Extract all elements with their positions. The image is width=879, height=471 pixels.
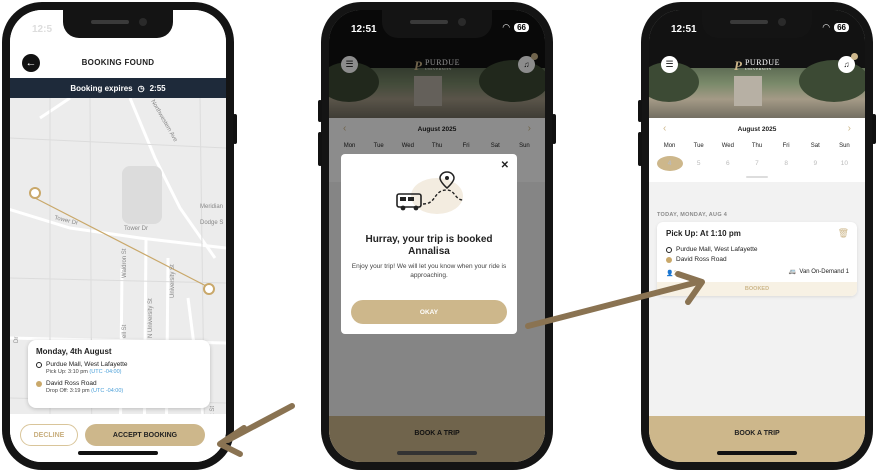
phone-booking-found: 12:5 ← BOOKING FOUND Booking expires ◷ 2… [2,2,237,470]
van-icon: 🚐 [788,269,797,275]
dropoff-time: Drop Off: 3:19 pm [46,388,90,394]
calendar-date[interactable]: 9 [802,156,828,171]
section-date-label: TODAY, MONDAY, AUG 4 [657,212,728,218]
phone-booked-trips: 12:51 ◠ 66 ☰ P PURDUE UNIVERSITY ♫ ‹ Aug… [638,2,876,470]
home-indicator [78,451,158,455]
close-icon[interactable]: ✕ [501,160,509,171]
calendar-month: August 2025 [737,126,777,133]
dropoff-dot-icon [36,381,42,387]
pickup-time: Pick Up: 3:10 pm [46,369,88,375]
pickup-dot-icon [666,247,672,253]
phone-trip-booked-modal: 12:51 ◠ 66 ☰ P PURDUE UNIVERSITY ♫ ‹ Aug… [318,2,556,470]
wifi-icon: ◠ [822,22,831,32]
calendar-date-selected[interactable]: 4 [656,156,683,171]
status-time: 12:51 [671,24,697,35]
pickup-timezone: (UTC -04:00) [89,369,122,375]
weekday-label: Fri [782,143,790,149]
map-label: Dr [14,336,20,343]
page-title: BOOKING FOUND [81,58,155,67]
booking-pickup-place: Purdue Mall, West Lafayette [676,246,758,253]
dropoff-place: David Ross Road [46,380,97,387]
next-month-icon[interactable]: › [848,123,851,134]
tutorial-canvas: 12:5 ← BOOKING FOUND Booking expires ◷ 2… [0,0,879,471]
decline-button[interactable]: DECLINE [20,424,78,446]
weekday-label: Mon [663,143,676,149]
map-label: ell St [122,324,128,338]
booking-pickup-time: Pick Up: At 1:10 pm [666,229,741,238]
calendar-grip[interactable] [746,176,768,178]
trip-date: Monday, 4th August [36,347,112,356]
dropoff-map-pin-icon[interactable] [203,283,215,295]
okay-button[interactable]: OKAY [351,300,507,324]
battery-level: 66 [514,23,529,32]
vehicle-info: 🚐 Van On-Demand 1 [788,268,849,276]
weekday-label: Wed [721,143,734,149]
calendar-date[interactable]: 5 [686,156,712,171]
accept-booking-button[interactable]: ACCEPT BOOKING [85,424,205,446]
phone3-screen: 12:51 ◠ 66 ☰ P PURDUE UNIVERSITY ♫ ‹ Aug… [649,10,865,462]
bell-icon[interactable]: ♫ [838,53,858,73]
home-indicator [397,451,477,455]
map-label: N University St [148,298,154,338]
status-icons: ◠ 66 [822,22,849,33]
calendar: ‹ August 2025 › Mon Tue Wed Thu Fri Sat … [649,118,865,182]
expiry-label: Booking expires [70,83,133,93]
bus-route-illustration [396,171,464,214]
battery-level: 66 [834,23,849,32]
map-label: Waldron St [122,248,128,278]
pickup-place: Purdue Mall, West Lafayette [46,361,128,368]
calendar-date[interactable]: 7 [744,156,770,171]
home-indicator [717,451,797,455]
arrow-pointer-icon [525,271,705,329]
trip-summary-card: Monday, 4th August Purdue Mall, West Laf… [28,340,210,408]
calendar-date[interactable]: 8 [773,156,799,171]
book-trip-button[interactable]: BOOK A TRIP [649,416,865,462]
map-label: University St [170,264,176,298]
wifi-icon: ◠ [502,22,511,32]
calendar-date[interactable]: 10 [831,156,857,171]
weekday-label: Sun [839,143,850,149]
modal-message: Enjoy your trip! We will let you know wh… [351,263,507,279]
weekday-label: Sat [810,143,820,149]
arrow-pointer-icon [217,403,295,457]
dropoff-timezone: (UTC -04:00) [91,388,124,394]
expiry-time: 2:55 [149,83,166,93]
status-time: 12:51 [351,24,377,35]
booking-dropoff-place: David Ross Road [676,256,727,263]
menu-icon[interactable]: ☰ [661,56,678,73]
purdue-logo: P PURDUE UNIVERSITY [734,58,780,73]
status-icons: ◠ 66 [502,22,529,33]
expiry-bar: Booking expires ◷ 2:55 [10,78,226,98]
map-label: Meridian [200,204,224,210]
clock-icon: ◷ [137,83,145,93]
trash-icon[interactable]: 🗑 [838,228,849,239]
phone1-screen: 12:5 ← BOOKING FOUND Booking expires ◷ 2… [10,10,226,462]
campus-photo [649,60,865,118]
phone2-screen: 12:51 ◠ 66 ☰ P PURDUE UNIVERSITY ♫ ‹ Aug… [329,10,545,462]
pickup-dot-icon [36,362,42,368]
pickup-map-pin-icon[interactable] [29,187,41,199]
weekday-label: Tue [693,143,704,149]
dropoff-dot-icon [666,257,672,263]
modal-title: Hurray, your trip is booked Annalisa [365,234,493,257]
calendar-date[interactable]: 6 [715,156,741,171]
weekday-label: Thu [751,143,763,149]
map-label: Tower Dr [124,226,149,232]
status-time: 12:5 [32,24,53,35]
trip-booked-modal: ✕ Hurray, your trip is booked Annalisa E… [341,154,517,334]
map-label: Dodge S [200,220,224,226]
